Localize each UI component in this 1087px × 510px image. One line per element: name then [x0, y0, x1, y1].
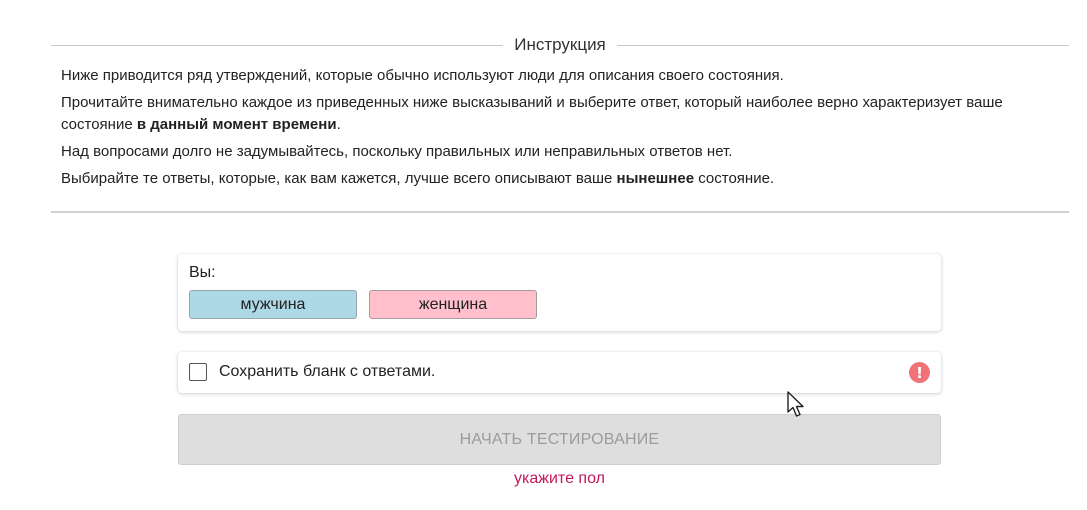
instruction-p4-text: Выбирайте те ответы, которые, как вам ка… [61, 170, 617, 187]
save-form-label[interactable]: Сохранить бланк с ответами. [219, 363, 435, 381]
start-testing-button[interactable]: НАЧАТЬ ТЕСТИРОВАНИЕ [178, 414, 941, 465]
male-button[interactable]: мужчина [189, 290, 357, 319]
page: Инструкция Ниже приводится ряд утвержден… [0, 0, 1087, 510]
gender-label: Вы: [189, 264, 216, 281]
instruction-title: Инструкция [514, 35, 606, 54]
instruction-legend: Инструкция [51, 34, 1070, 56]
instruction-p4-emphasis: нынешнее [616, 170, 695, 187]
instruction-paragraph-4: Выбирайте те ответы, которые, как вам ка… [61, 168, 1061, 190]
female-button[interactable]: женщина [369, 290, 537, 319]
instruction-divider [51, 211, 1069, 213]
save-form-card: Сохранить бланк с ответами. ! [178, 352, 941, 393]
instruction-paragraph-3: Над вопросами долго не задумывайтесь, по… [61, 143, 733, 160]
exclamation-circle-icon: ! [909, 362, 930, 383]
legend-line-right [616, 44, 1070, 46]
instruction-p4-end: состояние. [694, 170, 775, 187]
legend-line-left [51, 44, 504, 46]
gender-card: Вы: мужчина женщина [178, 254, 941, 331]
instruction-paragraph-1: Ниже приводится ряд утверждений, которые… [61, 67, 784, 84]
gender-required-hint: укажите пол [514, 470, 605, 487]
save-form-checkbox[interactable] [189, 363, 207, 381]
mouse-cursor-icon [787, 391, 804, 417]
instruction-paragraph-2: Прочитайте внимательно каждое из приведе… [61, 92, 1061, 136]
instruction-body: Ниже приводится ряд утверждений, которые… [61, 65, 1061, 195]
instruction-p2-end: . [336, 116, 341, 133]
instruction-p2-emphasis: в данный момент времени [136, 116, 337, 133]
